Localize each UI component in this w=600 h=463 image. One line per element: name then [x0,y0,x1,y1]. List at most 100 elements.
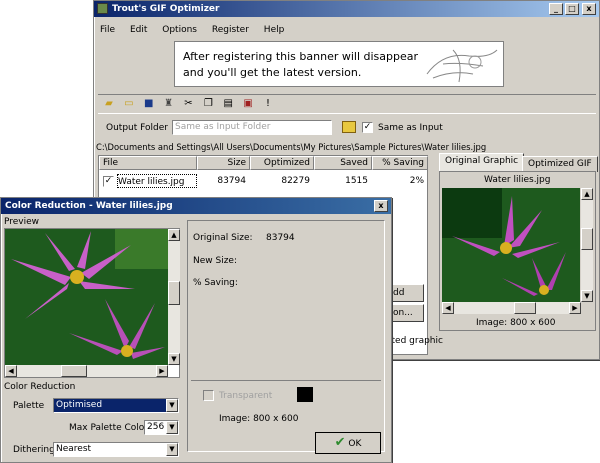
palette-label: Palette [13,401,45,411]
menu-file[interactable]: File [100,25,115,35]
dialog-vertical-thumb[interactable] [168,281,180,305]
max-colors-dropdown-icon[interactable]: ▼ [166,421,178,434]
dialog-scroll-down-icon[interactable]: ▼ [168,353,180,365]
minimize-button[interactable]: _ [549,3,563,15]
dialog-title: Color Reduction - Water lilies.jpg [5,201,173,211]
palette-dropdown-icon[interactable]: ▼ [166,399,178,412]
cell-saving: 2% [409,176,424,186]
color-reduction-dialog: Color Reduction - Water lilies.jpg x Pre… [0,197,392,463]
max-colors-select[interactable]: 256 ▼ [144,420,179,435]
output-folder-label: Output Folder [106,123,168,133]
toolbar: ▰ ▭ ■ ♜ ✂ ❐ ▤ ▣ ǃ [98,94,596,114]
options-button[interactable]: on... [388,304,424,322]
dialog-preview-image [5,229,168,365]
dialog-preview-box: ▲ ▼ ◀ ▶ [4,228,180,378]
tab-original-graphic[interactable]: Original Graphic [439,153,525,171]
tab-optimized-gif[interactable]: Optimized GIF [522,156,598,172]
palette-select[interactable]: Optimised ▼ [53,398,179,413]
original-size-value: 83794 [266,233,295,243]
open-icon[interactable]: ▰ [102,97,116,111]
main-window-title: Trout's GIF Optimizer [112,4,220,14]
save-icon[interactable]: ■ [142,97,156,111]
status-text: tted graphic [388,336,443,346]
add-button[interactable]: dd [388,284,424,302]
same-as-input-checkbox[interactable]: ✓ [362,122,373,133]
dialog-scroll-left-icon[interactable]: ◀ [5,365,17,377]
optimize-icon[interactable]: ♜ [162,97,176,111]
dialog-image-info: Image: 800 x 600 [219,414,299,424]
scroll-up-icon[interactable]: ▲ [581,188,593,200]
table-row[interactable]: ✓ Water lilies.jpg 83794 82279 1515 2% [99,174,429,190]
dialog-horizontal-thumb[interactable] [61,365,87,377]
original-size-label: Original Size: [193,233,253,243]
cell-file: Water lilies.jpg [117,174,197,188]
max-colors-label: Max Palette Colors [69,423,153,433]
menu-options[interactable]: Options [162,25,197,35]
paste-icon[interactable]: ▤ [221,97,235,111]
ok-label: OK [348,439,362,449]
cut-icon[interactable]: ✂ [182,97,196,111]
banner-line-1: After registering this banner will disap… [183,50,419,63]
folder-icon[interactable]: ▭ [122,97,136,111]
dialog-horizontal-scrollbar[interactable]: ◀ ▶ [5,365,168,377]
menu-help[interactable]: Help [264,25,285,35]
dialog-scroll-right-icon[interactable]: ▶ [156,365,168,377]
dialog-close-button[interactable]: x [374,200,388,212]
preview-horizontal-scrollbar[interactable]: ◀ ▶ [442,302,581,314]
dialog-title-bar[interactable]: Color Reduction - Water lilies.jpg x [1,198,391,214]
ok-check-icon: ✔ [334,435,346,450]
image-size-info: Image: 800 x 600 [476,318,556,328]
menu-register[interactable]: Register [212,25,249,35]
file-path: C:\Documents and Settings\All Users\Docu… [96,142,487,152]
transparent-group [191,380,381,381]
menu-edit[interactable]: Edit [130,25,147,35]
scroll-left-icon[interactable]: ◀ [442,302,454,314]
column-saved[interactable]: Saved [314,156,372,170]
transparent-checkbox[interactable] [203,390,214,401]
delete-icon[interactable]: ▣ [241,97,255,111]
register-banner[interactable]: After registering this banner will disap… [174,41,504,87]
scroll-right-icon[interactable]: ▶ [569,302,581,314]
main-title-bar[interactable]: Trout's GIF Optimizer _ □ x [94,1,599,17]
row-checkbox[interactable]: ✓ [103,176,114,187]
preview-vertical-scrollbar[interactable]: ▲ ▼ [581,188,593,302]
preview-caption: Water lilies.jpg [484,175,551,185]
color-reduction-label: Color Reduction [4,382,76,392]
dithering-select[interactable]: Nearest ▼ [53,442,179,457]
max-colors-value: 256 [147,422,165,432]
dithering-label: Dithering [13,445,55,455]
column-size[interactable]: Size [197,156,250,170]
dithering-dropdown-icon[interactable]: ▼ [166,443,178,456]
transparent-color-swatch[interactable] [297,387,313,402]
menu-bar: File Edit Options Register Help [100,25,296,39]
original-preview-image [442,188,580,302]
banner-line-2: and you'll get the latest version. [183,66,362,79]
copy-icon[interactable]: ❐ [201,97,215,111]
close-button[interactable]: x [582,3,596,15]
dialog-scroll-up-icon[interactable]: ▲ [168,229,180,241]
dithering-value: Nearest [56,444,92,454]
cell-optimized: 82279 [281,176,310,186]
ok-button[interactable]: ✔ OK [315,432,381,454]
help-icon[interactable]: ǃ [261,97,275,111]
column-optimized[interactable]: Optimized [250,156,314,170]
palette-value: Optimised [56,400,103,410]
column-saving[interactable]: % Saving [372,156,428,170]
horizontal-scroll-thumb[interactable] [514,302,536,314]
browse-folder-icon[interactable] [342,121,356,133]
preview-label: Preview [4,217,40,227]
dialog-vertical-scrollbar[interactable]: ▲ ▼ [168,229,180,365]
cell-saved: 1515 [345,176,368,186]
scroll-down-icon[interactable]: ▼ [581,290,593,302]
new-size-label: New Size: [193,256,237,266]
vertical-scroll-thumb[interactable] [581,228,593,250]
output-folder-input[interactable]: Same as Input Folder [172,120,332,135]
column-file[interactable]: File [99,156,197,170]
same-as-input-label: Same as Input [378,123,443,133]
maximize-button[interactable]: □ [565,3,579,15]
trout-sketch-image [426,49,498,83]
transparent-label: Transparent [219,391,273,401]
app-icon [97,3,108,14]
cell-size: 83794 [217,176,246,186]
preview-panel: Water lilies.jpg ▲ ▼ ◀ ▶ Image: 800 x 60… [439,171,596,331]
